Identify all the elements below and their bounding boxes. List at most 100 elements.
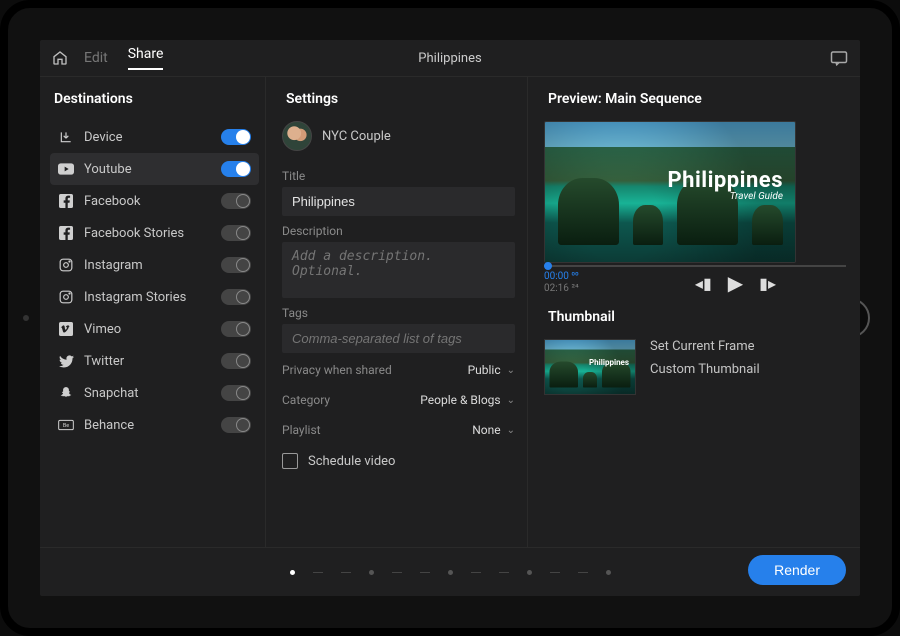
toggle-youtube[interactable] <box>221 161 251 177</box>
destination-youtube[interactable]: Youtube <box>50 153 259 185</box>
schedule-row[interactable]: Schedule video <box>282 453 515 469</box>
destination-label: Twitter <box>84 354 124 369</box>
thumbnail-overlay: Philippines <box>589 358 629 367</box>
avatar <box>282 121 312 151</box>
top-bar: Edit Share Philippines <box>40 40 860 77</box>
svg-text:Be: Be <box>63 423 69 429</box>
category-label: Category <box>282 393 330 407</box>
user-name: NYC Couple <box>322 129 391 144</box>
toggle-vimeo[interactable] <box>221 321 251 337</box>
time-current: 00:00 ⁰⁰ <box>544 271 579 283</box>
page-indicator <box>290 570 611 575</box>
user-row[interactable]: NYC Couple <box>282 121 515 151</box>
schedule-label: Schedule video <box>308 454 395 469</box>
preview-overlay: Philippines Travel Guide <box>667 168 783 202</box>
thumbnail-title: Thumbnail <box>548 309 846 325</box>
privacy-label: Privacy when shared <box>282 363 392 377</box>
privacy-value: Public <box>468 363 501 377</box>
review-icon[interactable] <box>830 50 848 66</box>
set-current-frame[interactable]: Set Current Frame <box>650 339 760 354</box>
render-button[interactable]: Render <box>748 555 846 585</box>
toggle-instagram[interactable] <box>221 257 251 273</box>
main-area: Destinations Device Youtube Facebook Facebo… <box>40 77 860 547</box>
footer-bar: Render <box>40 547 860 596</box>
time-display: 00:00 ⁰⁰ 02:16 ²⁴ <box>544 271 579 295</box>
destination-instagram-stories[interactable]: Instagram Stories <box>50 281 259 313</box>
play-icon[interactable]: ▶ <box>728 271 743 295</box>
toggle-snapchat[interactable] <box>221 385 251 401</box>
toggle-facebook-stories[interactable] <box>221 225 251 241</box>
category-row[interactable]: Category People & Blogs ⌄ <box>282 393 515 407</box>
playhead[interactable] <box>544 262 552 270</box>
destination-label: Youtube <box>84 162 132 177</box>
destinations-panel: Destinations Device Youtube Facebook Facebo… <box>40 77 266 547</box>
toggle-device[interactable] <box>221 129 251 145</box>
destination-label: Behance <box>84 418 134 433</box>
toggle-instagram-stories[interactable] <box>221 289 251 305</box>
timeline-scrubber[interactable] <box>544 265 846 267</box>
playlist-label: Playlist <box>282 423 321 437</box>
title-input[interactable] <box>282 187 515 216</box>
settings-panel: Settings NYC Couple Title Description Ta… <box>266 77 528 547</box>
snapchat-icon <box>58 385 74 401</box>
destination-label: Device <box>84 130 123 145</box>
vimeo-icon <box>58 321 74 337</box>
thumbnail-image[interactable]: Philippines <box>544 339 636 395</box>
overlay-title: Philippines <box>667 168 783 193</box>
toggle-behance[interactable] <box>221 417 251 433</box>
app-window: Edit Share Philippines Destinations Devi… <box>40 40 860 596</box>
project-title: Philippines <box>418 51 481 66</box>
instagram-icon <box>58 257 74 273</box>
privacy-row[interactable]: Privacy when shared Public ⌄ <box>282 363 515 377</box>
destination-label: Facebook <box>84 194 140 209</box>
preview-title: Preview: Main Sequence <box>548 91 846 107</box>
preview-panel: Preview: Main Sequence Philippines Trave… <box>528 77 860 547</box>
home-icon[interactable] <box>52 50 68 66</box>
tab-share[interactable]: Share <box>128 46 164 70</box>
destination-facebook[interactable]: Facebook <box>50 185 259 217</box>
chevron-down-icon: ⌄ <box>507 365 515 376</box>
category-value: People & Blogs <box>420 393 500 407</box>
preview-video[interactable]: Philippines Travel Guide <box>544 121 796 263</box>
destination-label: Instagram <box>84 258 143 273</box>
tablet-frame: Edit Share Philippines Destinations Devi… <box>0 0 900 636</box>
camera-dot <box>23 315 29 321</box>
destinations-title: Destinations <box>54 91 259 107</box>
toggle-twitter[interactable] <box>221 353 251 369</box>
tags-input[interactable] <box>282 324 515 353</box>
destination-label: Vimeo <box>84 322 121 337</box>
description-input[interactable] <box>282 242 515 298</box>
destination-behance[interactable]: Be Behance <box>50 409 259 441</box>
twitter-icon <box>58 353 74 369</box>
tab-edit[interactable]: Edit <box>84 50 108 66</box>
destination-label: Snapchat <box>84 386 139 401</box>
tags-label: Tags <box>282 306 515 320</box>
destination-snapchat[interactable]: Snapchat <box>50 377 259 409</box>
youtube-icon <box>58 161 74 177</box>
instagram-icon <box>58 289 74 305</box>
destination-label: Facebook Stories <box>84 226 184 241</box>
destination-facebook-stories[interactable]: Facebook Stories <box>50 217 259 249</box>
behance-icon: Be <box>58 417 74 433</box>
chevron-down-icon: ⌄ <box>507 425 515 436</box>
destination-label: Instagram Stories <box>84 290 186 305</box>
settings-title: Settings <box>286 91 515 107</box>
chevron-down-icon: ⌄ <box>507 395 515 406</box>
schedule-checkbox[interactable] <box>282 453 298 469</box>
destination-twitter[interactable]: Twitter <box>50 345 259 377</box>
download-icon <box>58 129 74 145</box>
title-label: Title <box>282 169 515 183</box>
playlist-row[interactable]: Playlist None ⌄ <box>282 423 515 437</box>
time-total: 02:16 ²⁴ <box>544 283 579 295</box>
destination-device[interactable]: Device <box>50 121 259 153</box>
step-back-icon[interactable]: ◂▮ <box>695 274 712 293</box>
toggle-facebook[interactable] <box>221 193 251 209</box>
custom-thumbnail[interactable]: Custom Thumbnail <box>650 362 760 377</box>
playlist-value: None <box>472 423 500 437</box>
facebook-icon <box>58 225 74 241</box>
destination-vimeo[interactable]: Vimeo <box>50 313 259 345</box>
step-forward-icon[interactable]: ▮▸ <box>759 274 776 293</box>
destination-instagram[interactable]: Instagram <box>50 249 259 281</box>
description-label: Description <box>282 224 515 238</box>
facebook-icon <box>58 193 74 209</box>
